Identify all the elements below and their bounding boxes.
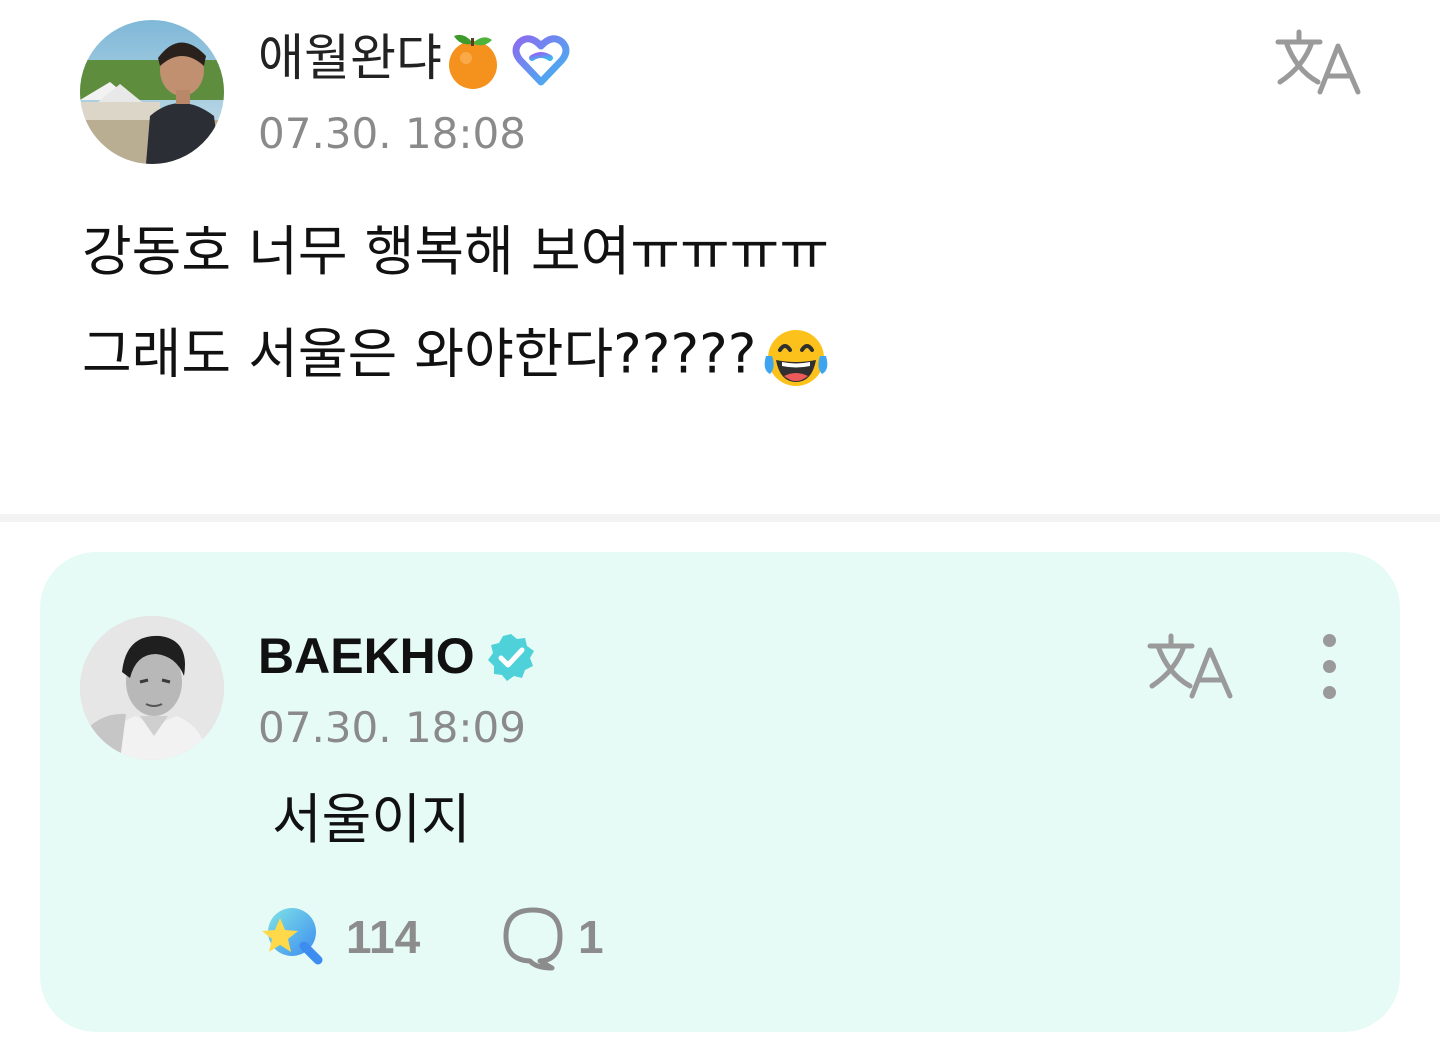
reply-author-name[interactable]: BAEKHO bbox=[258, 628, 537, 688]
post-author-name-text: 애월완댜 bbox=[258, 29, 442, 87]
reply-author-avatar[interactable] bbox=[80, 616, 224, 760]
like-count: 114 bbox=[346, 911, 421, 963]
comment-button[interactable]: 1 bbox=[500, 902, 620, 972]
more-vertical-icon[interactable] bbox=[1312, 634, 1348, 699]
weverse-post-view: 애월완댜 07.30. 18:08 강동호 너무 행복해 보여ㅠㅠㅠㅠ 그래도 … bbox=[0, 0, 1440, 1062]
like-wand-icon bbox=[262, 908, 323, 965]
post-body-line-1: 강동호 너무 행복해 보여ㅠㅠㅠㅠ bbox=[82, 220, 830, 283]
reply-text: 서울이지 bbox=[272, 788, 471, 851]
section-divider bbox=[0, 514, 1440, 522]
more-dot bbox=[1323, 686, 1336, 699]
reply-timestamp: 07.30. 18:09 bbox=[258, 703, 526, 752]
laughing-tears-emoji bbox=[756, 322, 832, 394]
tangerine-emoji bbox=[442, 30, 504, 93]
post-timestamp: 07.30. 18:08 bbox=[258, 109, 526, 158]
verified-badge-icon bbox=[475, 631, 537, 688]
reply-author-name-text: BAEKHO bbox=[258, 628, 475, 684]
post-body-line-2-text: 그래도 서울은 와야한다????? bbox=[82, 322, 757, 386]
post: 애월완댜 07.30. 18:08 강동호 너무 행복해 보여ㅠㅠㅠㅠ 그래도 … bbox=[0, 0, 1440, 514]
artist-reply-card: BAEKHO 07.30. 18:09 서울이지 114 1 bbox=[40, 552, 1400, 1032]
like-button[interactable]: 114 bbox=[258, 902, 448, 972]
comment-count: 1 bbox=[578, 911, 604, 963]
post-body-line-2: 그래도 서울은 와야한다????? bbox=[82, 322, 832, 394]
comment-bubble-icon bbox=[503, 907, 563, 971]
translate-icon[interactable] bbox=[1146, 630, 1234, 700]
more-dot bbox=[1323, 634, 1336, 647]
translate-icon[interactable] bbox=[1274, 26, 1362, 96]
post-author-avatar[interactable] bbox=[80, 20, 224, 164]
membership-heart-icon bbox=[504, 30, 572, 93]
post-author-name[interactable]: 애월완댜 bbox=[258, 30, 572, 93]
more-dot bbox=[1323, 660, 1336, 673]
